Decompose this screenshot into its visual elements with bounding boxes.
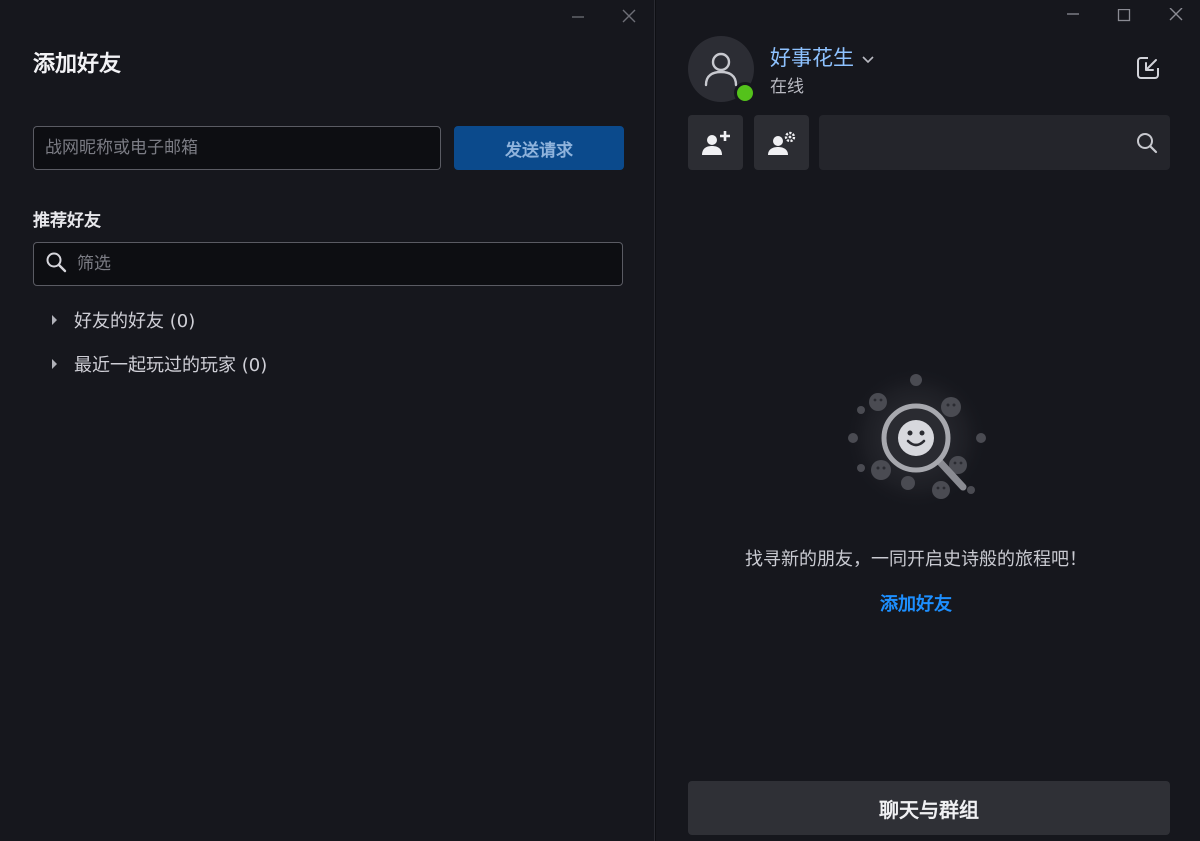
search-icon[interactable] <box>1124 132 1170 154</box>
close-icon[interactable] <box>1161 4 1191 28</box>
recommended-friends-heading: 推荐好友 <box>33 211 101 231</box>
close-icon[interactable] <box>614 4 644 28</box>
page-title: 添加好友 <box>33 52 122 77</box>
friend-search-input[interactable] <box>819 115 1124 170</box>
group-recently-played[interactable]: 最近一起玩过的玩家 (0) <box>48 350 267 378</box>
avatar-placeholder-icon <box>704 52 738 87</box>
group-label: 最近一起玩过的玩家 (0) <box>74 355 268 376</box>
battletag-email-input[interactable] <box>33 126 441 170</box>
add-friend-icon <box>701 130 730 155</box>
group-friends-of-friends[interactable]: 好友的好友 (0) <box>48 306 195 334</box>
online-status-dot <box>734 82 756 104</box>
username-dropdown[interactable]: 好事花生 <box>770 42 874 72</box>
popout-icon[interactable] <box>1132 52 1164 84</box>
filter-field[interactable] <box>33 242 623 286</box>
add-friend-link[interactable]: 添加好友 <box>656 590 1176 616</box>
status-label: 在线 <box>770 77 804 97</box>
filter-input[interactable] <box>67 243 622 285</box>
group-label: 好友的好友 (0) <box>74 311 196 332</box>
smiley-magnifier-illustration <box>841 366 991 510</box>
manage-friends-button[interactable] <box>754 115 809 170</box>
empty-state-message: 找寻新的朋友，一同开启史诗般的旅程吧！ <box>745 549 1087 570</box>
friend-search-field[interactable] <box>819 115 1170 170</box>
minimize-icon[interactable] <box>563 4 593 28</box>
chevron-down-icon <box>862 45 874 69</box>
send-request-button[interactable]: 发送请求 <box>454 126 624 170</box>
caret-right-icon <box>52 359 57 369</box>
manage-friends-icon <box>767 131 795 155</box>
chats-and-groups-button[interactable]: 聊天与群组 <box>688 781 1170 835</box>
maximize-icon[interactable] <box>1109 4 1139 28</box>
minimize-icon[interactable] <box>1058 4 1088 28</box>
caret-right-icon <box>52 315 57 325</box>
add-friend-button[interactable] <box>688 115 743 170</box>
search-icon <box>34 251 67 277</box>
add-friend-window: 添加好友 发送请求 推荐好友 好友的好友 (0) 最近一起玩过的玩家 (0) <box>0 0 655 841</box>
friends-window: 好事花生 在线 找寻新的朋友，一同开启史诗般的旅程吧！ 添加好友 聊天与群组 <box>656 0 1200 841</box>
username-label: 好事花生 <box>770 46 854 70</box>
